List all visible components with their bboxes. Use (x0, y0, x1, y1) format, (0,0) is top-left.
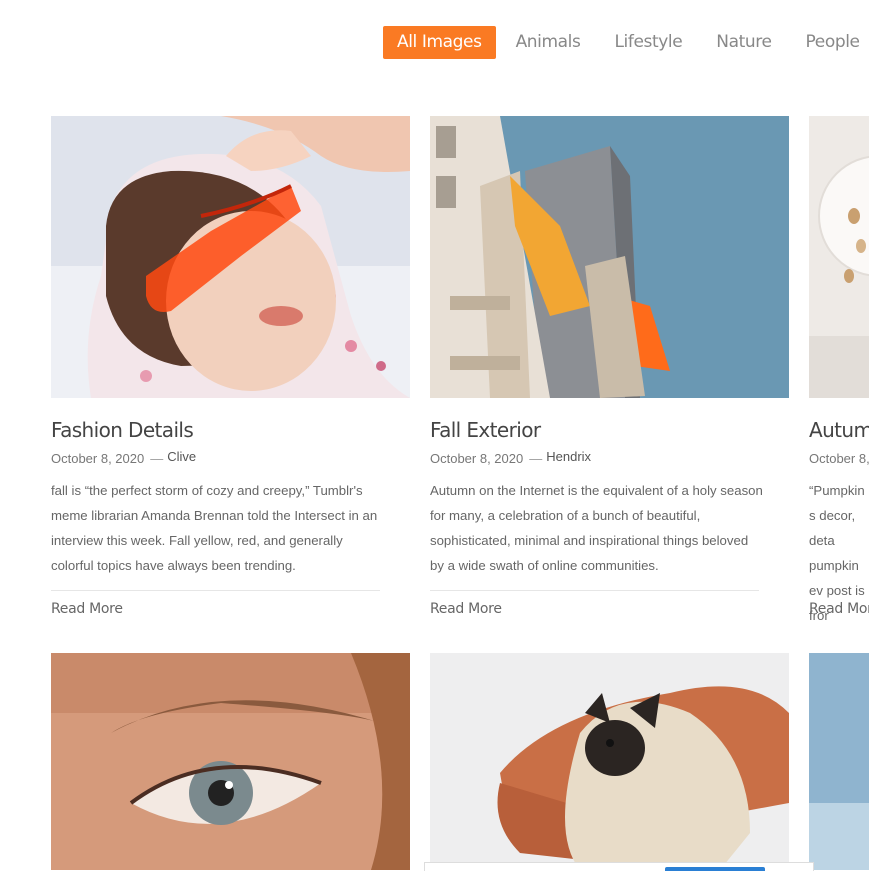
post-card: Fall Exterior October 8, 2020 — Hendrix Au… (430, 116, 789, 617)
filter-tabs: All Images Animals Lifestyle Nature Peop… (383, 26, 869, 59)
post-image-fashion[interactable] (51, 116, 410, 398)
post-title[interactable]: Fashion Details (51, 418, 194, 442)
post-meta: October 8, (809, 451, 869, 466)
filter-animals[interactable]: Animals (502, 26, 595, 59)
post-meta: October 8, 2020 — Hendrix (430, 449, 591, 466)
post-image-pug[interactable] (430, 653, 789, 870)
post-date[interactable]: October 8, 2020 (430, 451, 523, 466)
post-title[interactable]: Fall Exterior (430, 418, 541, 442)
filter-lifestyle[interactable]: Lifestyle (600, 26, 696, 59)
meta-separator: — (150, 451, 164, 466)
filter-people[interactable]: People (792, 26, 869, 59)
post-date[interactable]: October 8, 2020 (51, 451, 144, 466)
post-title[interactable]: Autumn (809, 418, 869, 442)
filter-all-images[interactable]: All Images (383, 26, 496, 59)
divider (430, 590, 759, 591)
post-author[interactable]: Clive (167, 449, 196, 464)
read-more-link[interactable]: Read More (430, 601, 502, 617)
post-excerpt: fall is “the perfect storm of cozy and c… (51, 483, 378, 573)
post-meta: October 8, 2020 — Clive (51, 449, 196, 466)
overlay-accent (665, 867, 765, 871)
post-image-eye[interactable] (51, 653, 410, 870)
post-excerpt: Autumn on the Internet is the equivalent… (430, 483, 763, 573)
post-image-autumn[interactable] (809, 116, 869, 398)
divider (51, 590, 380, 591)
meta-separator: — (529, 451, 543, 466)
read-more-link[interactable]: Read More (51, 601, 123, 617)
post-card: Fashion Details October 8, 2020 — Clive fa… (51, 116, 410, 617)
filter-nature[interactable]: Nature (702, 26, 785, 59)
post-card: Autumn October 8, “Pumpkin s decor, deta… (809, 116, 869, 636)
read-more-link[interactable]: Read More (809, 601, 869, 617)
post-date[interactable]: October 8, (809, 451, 869, 466)
post-author[interactable]: Hendrix (546, 449, 591, 464)
post-image-exterior[interactable] (430, 116, 789, 398)
post-image-sky[interactable] (809, 653, 869, 870)
